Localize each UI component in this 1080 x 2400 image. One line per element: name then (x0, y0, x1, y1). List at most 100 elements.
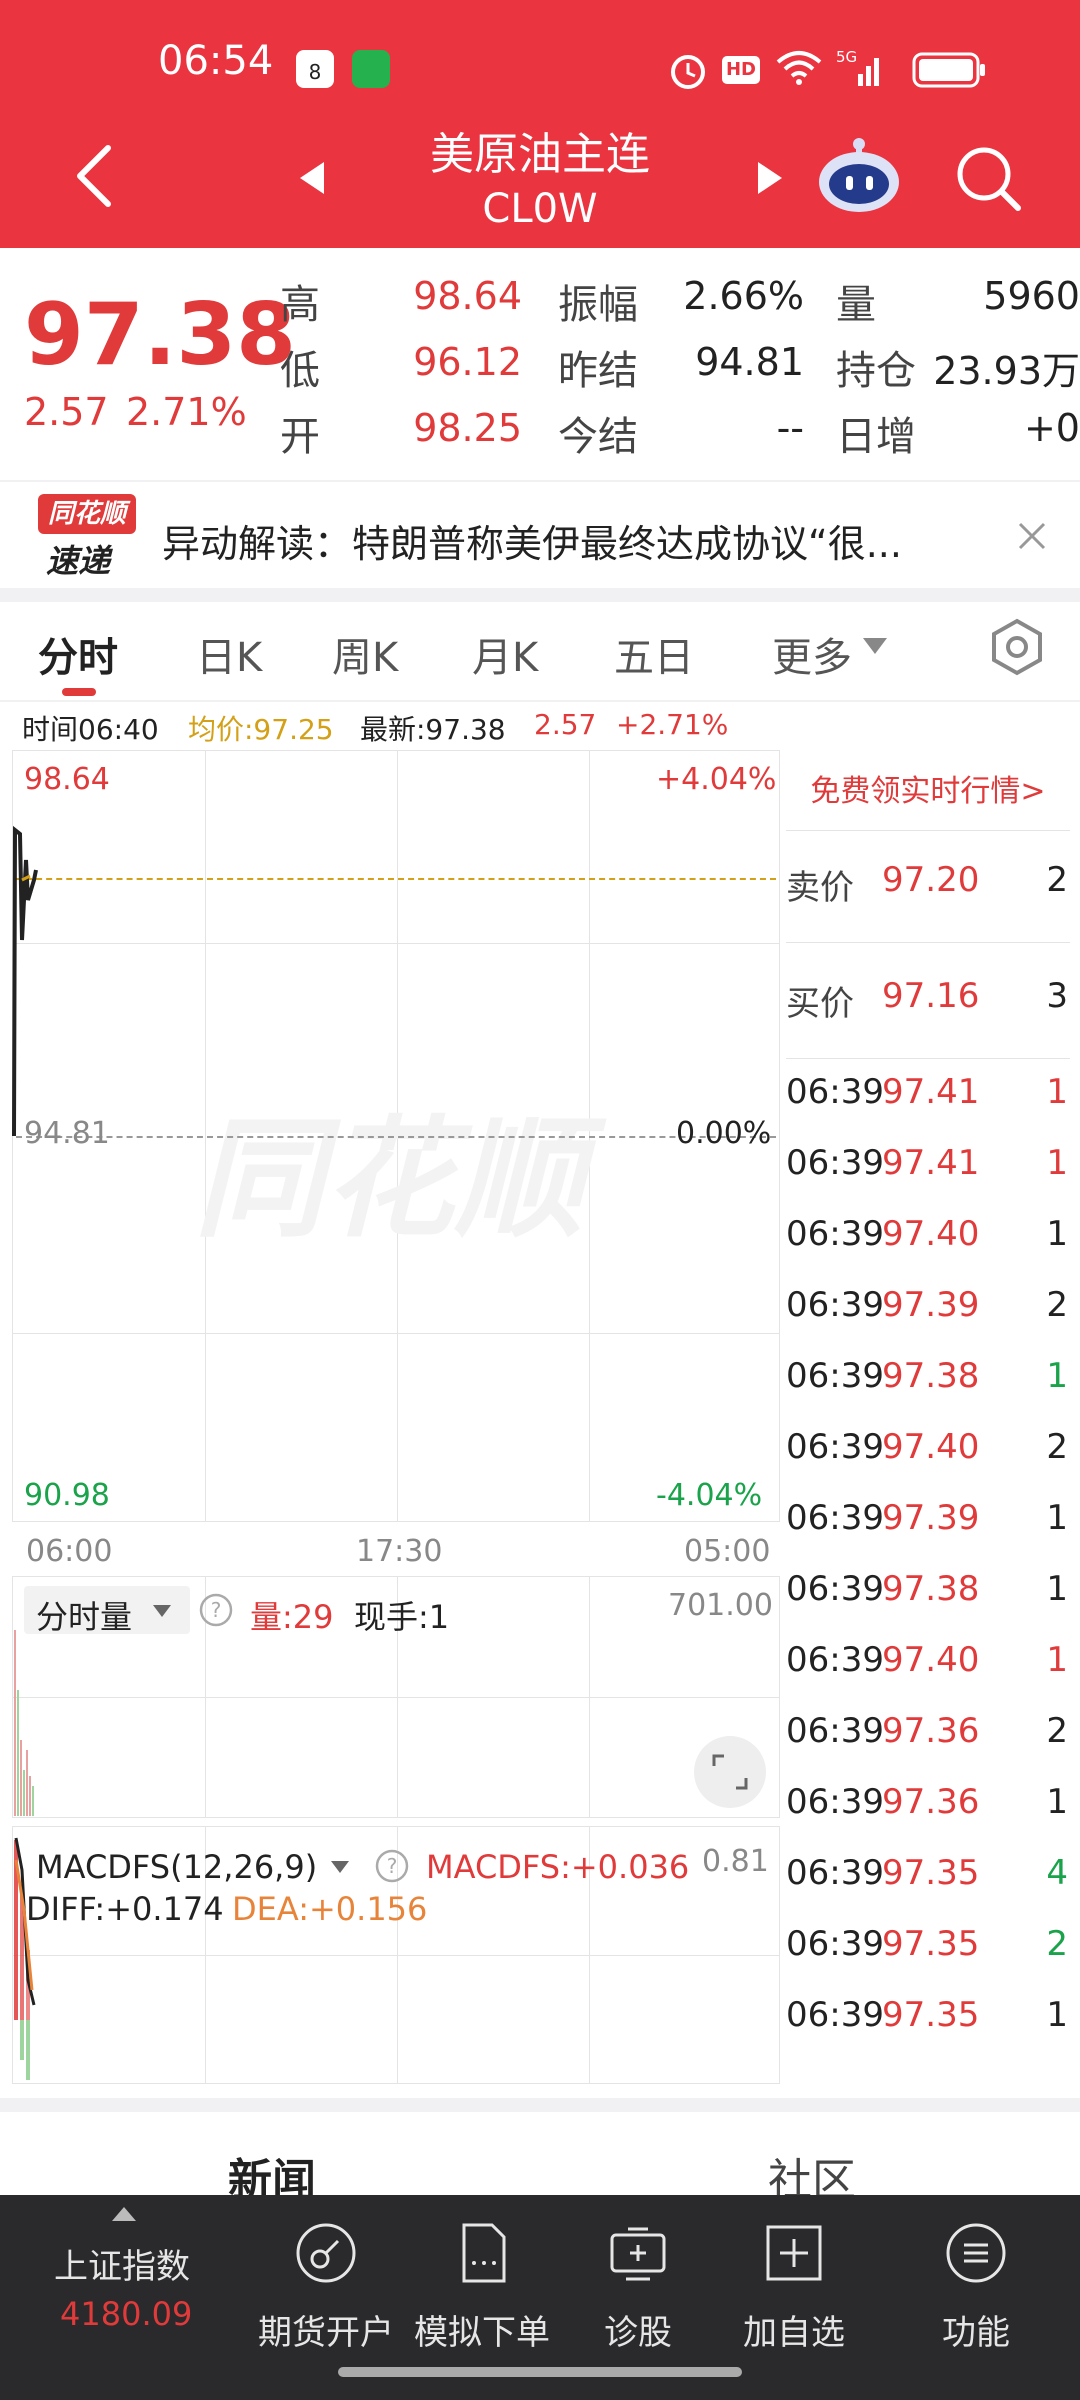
tab-intraday[interactable]: 分时 (38, 625, 118, 683)
svg-text:?: ? (387, 1854, 398, 1878)
macd-value: MACDFS:+0.036 (426, 1848, 690, 1886)
trade-price: 97.40 (882, 1640, 980, 1680)
trade-time: 06:39 (786, 1995, 884, 2035)
macd-selector-label[interactable]: MACDFS(12,26,9) (36, 1848, 317, 1886)
trade-price: 97.41 (882, 1143, 980, 1183)
latest-change: 2.57 (534, 708, 597, 741)
settings-icon[interactable] (988, 618, 1046, 676)
trade-price: 97.39 (882, 1285, 980, 1325)
dea-value: DEA:+0.156 (232, 1890, 428, 1928)
back-icon[interactable] (72, 144, 116, 208)
trade-volume: 1 (1046, 1995, 1068, 2035)
chart-bottom-price: 90.98 (24, 1478, 110, 1513)
tab-five-day[interactable]: 五日 (614, 625, 694, 683)
trade-volume: 1 (1046, 1214, 1068, 1254)
avg-price: 均价:97.25 (188, 713, 334, 746)
trade-volume: 2 (1046, 1711, 1068, 1751)
chart-top-pct: +4.04% (656, 762, 777, 797)
prev-contract-icon[interactable] (298, 160, 326, 196)
contract-title: 美原油主连 (430, 129, 650, 180)
volume-max: 701.00 (668, 1588, 773, 1623)
notification-badge: 8 (296, 50, 334, 88)
trade-volume: 2 (1046, 1285, 1068, 1325)
trade-volume: 1 (1046, 1143, 1068, 1183)
tab-daily-k[interactable]: 日K (196, 625, 262, 683)
trade-volume: 1 (1046, 1356, 1068, 1396)
help-icon[interactable]: ? (198, 1592, 234, 1628)
volume-value: 5960 (983, 274, 1080, 318)
svg-text:5G: 5G (836, 48, 857, 66)
hd-icon: HD (722, 56, 760, 84)
index-name[interactable]: 上证指数 (54, 2239, 190, 2288)
ask-label: 卖价 (786, 868, 854, 908)
trade-volume: 2 (1046, 1924, 1068, 1964)
nav-add-watchlist[interactable]: 加自选 (714, 2305, 874, 2354)
price-change: 2.57 (24, 390, 109, 434)
amplitude-value: 2.66% (683, 274, 804, 318)
tab-more[interactable]: 更多 (772, 625, 852, 683)
nav-simulate-order[interactable]: 模拟下单 (402, 2305, 562, 2354)
x-axis-start: 06:00 (26, 1534, 113, 1569)
daily-increase-label: 日增 (836, 414, 916, 460)
trade-price: 97.35 (882, 1995, 980, 2035)
daily-increase-value: +0 (1023, 406, 1080, 450)
prev-settle-value: 94.81 (695, 340, 804, 384)
bid-price: 97.16 (882, 976, 980, 1016)
tab-monthly-k[interactable]: 月K (472, 625, 538, 683)
app-notification-icon (352, 50, 390, 88)
trade-volume: 1 (1046, 1072, 1068, 1112)
chart-bottom-pct: -4.04% (656, 1478, 763, 1513)
trade-price: 97.38 (882, 1569, 980, 1609)
chevron-down-icon (331, 1861, 349, 1873)
trade-volume: 2 (1046, 1427, 1068, 1467)
next-contract-icon[interactable] (756, 160, 784, 196)
x-axis-end: 05:00 (684, 1534, 771, 1569)
wifi-icon (776, 51, 822, 85)
search-icon[interactable] (954, 144, 1024, 214)
bottom-nav: 上证指数 4180.09 期货开户 模拟下单 诊股 加自选 功能 (0, 2195, 1080, 2400)
trade-time: 06:39 (786, 1924, 884, 1964)
brand-logo-bottom: 速递 (46, 542, 111, 580)
watermark: 同花顺 (194, 1103, 585, 1255)
home-indicator (338, 2367, 742, 2377)
current-hand-label: 现手:1 (354, 1598, 450, 1636)
robot-assistant-icon[interactable] (816, 136, 902, 214)
trade-price: 97.35 (882, 1924, 980, 1964)
trade-time: 06:39 (786, 1640, 884, 1680)
nav-diagnose[interactable]: 诊股 (558, 2305, 718, 2354)
trade-price: 97.40 (882, 1427, 980, 1467)
avg-price-line (16, 878, 776, 880)
contract-code: CL0W (482, 186, 598, 232)
trade-time: 06:39 (786, 1214, 884, 1254)
trade-time: 06:39 (786, 1498, 884, 1538)
trade-time: 06:39 (786, 1356, 884, 1396)
trade-volume: 1 (1046, 1782, 1068, 1822)
trade-time: 06:39 (786, 1143, 884, 1183)
news-banner-text[interactable]: 异动解读：特朗普称美伊最终达成协议“很... (162, 513, 902, 568)
close-icon[interactable] (1016, 520, 1048, 552)
high-value: 98.64 (413, 274, 522, 318)
trade-price: 97.39 (882, 1498, 980, 1538)
latest-price: 最新:97.38 (360, 713, 506, 746)
today-settle-label: 今结 (558, 414, 638, 460)
promo-link[interactable]: 免费领实时行情> (786, 752, 1070, 832)
futures-account-icon (296, 2223, 356, 2283)
chart-top-price: 98.64 (24, 762, 110, 797)
trade-price: 97.40 (882, 1214, 980, 1254)
nav-futures-account[interactable]: 期货开户 (246, 2305, 406, 2354)
chevron-up-icon[interactable] (110, 2205, 138, 2223)
price-line (12, 825, 38, 1137)
volume-value-label: 量:29 (250, 1598, 334, 1636)
help-icon[interactable]: ? (374, 1848, 410, 1884)
prev-settle-line (16, 1136, 776, 1138)
tab-weekly-k[interactable]: 周K (332, 625, 398, 683)
macd-histogram (14, 1837, 36, 2080)
amplitude-label: 振幅 (558, 282, 638, 328)
bid-label: 买价 (786, 984, 854, 1024)
expand-icon (712, 1754, 748, 1790)
trade-price: 97.36 (882, 1711, 980, 1751)
trade-time: 06:39 (786, 1782, 884, 1822)
nav-functions[interactable]: 功能 (896, 2305, 1056, 2354)
trade-volume: 1 (1046, 1498, 1068, 1538)
trade-volume: 4 (1046, 1853, 1068, 1893)
